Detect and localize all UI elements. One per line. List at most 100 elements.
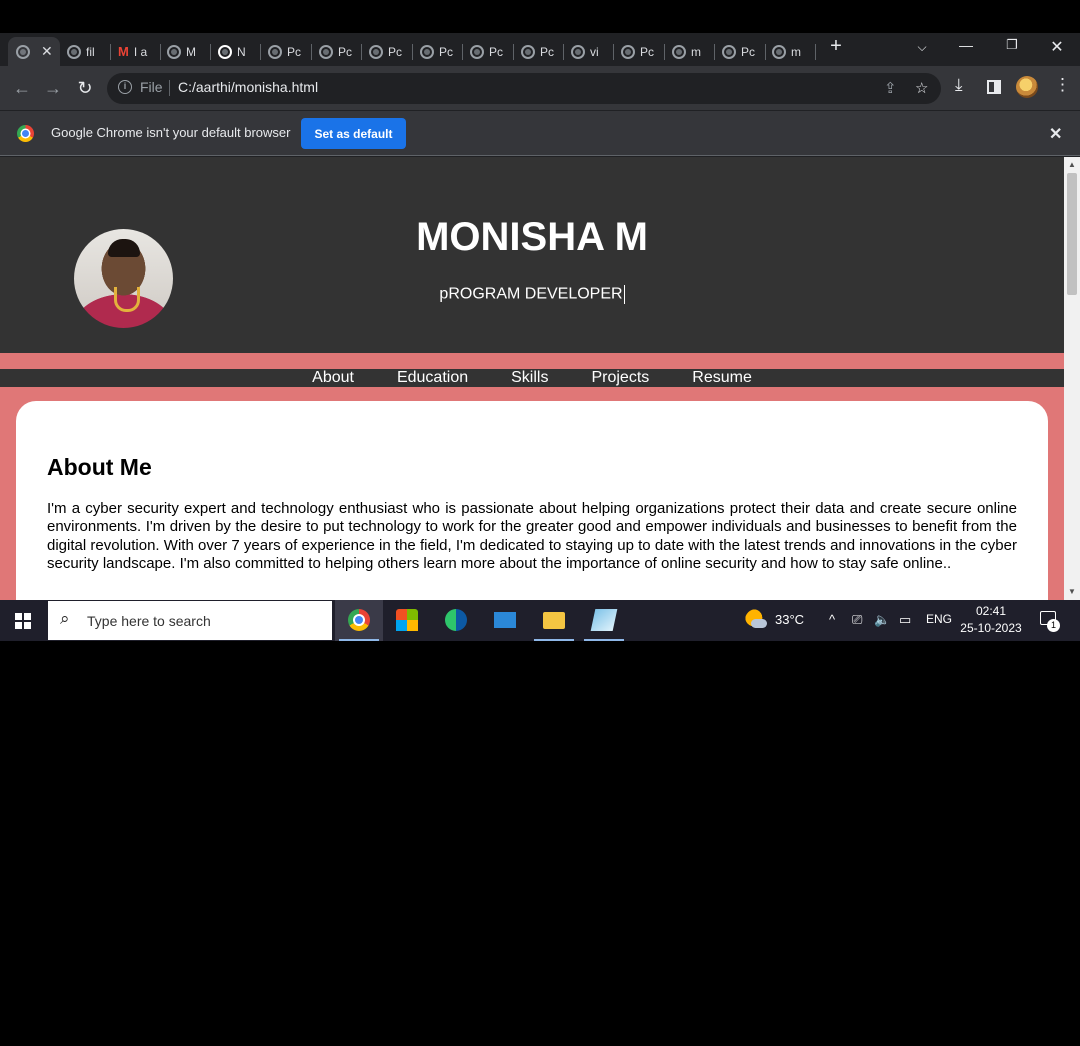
nav-about[interactable]: About — [312, 369, 354, 387]
tab[interactable]: Pc — [521, 37, 554, 66]
url-text[interactable]: C:/aarthi/monisha.html — [178, 79, 318, 95]
tab-divider — [160, 44, 161, 60]
infobar-message: Google Chrome isn't your default browser — [51, 125, 291, 140]
search-placeholder: Type here to search — [87, 613, 211, 629]
tab[interactable]: m — [772, 37, 801, 66]
screen: ✕ fil M I a M N Pc Pc Pc Pc Pc Pc vi Pc m… — [0, 33, 1080, 641]
tab-divider — [311, 44, 312, 60]
nav-resume[interactable]: Resume — [692, 369, 752, 387]
site-role: pROGRAM DEVELOPER — [0, 285, 1064, 304]
globe-icon — [672, 44, 686, 59]
set-as-default-button[interactable]: Set as default — [301, 118, 406, 149]
about-card: About Me I'm a cyber security expert and… — [16, 401, 1048, 600]
tab-label: m — [691, 44, 701, 59]
taskbar-mail[interactable] — [481, 600, 529, 641]
site-role-text: pROGRAM DEVELOPER — [439, 285, 623, 303]
globe-icon — [167, 44, 181, 59]
tab[interactable]: vi — [571, 37, 599, 66]
site-nav: About Education Skills Projects Resume — [0, 369, 1064, 387]
nav-projects[interactable]: Projects — [591, 369, 649, 387]
weather-temperature[interactable]: 33°C — [775, 612, 804, 627]
address-bar[interactable]: i File C:/aarthi/monisha.html ⇪ ☆ — [107, 73, 941, 104]
minimize-button[interactable]: — — [954, 37, 978, 53]
tab-close-icon[interactable]: ✕ — [41, 43, 53, 60]
tab-active[interactable]: ✕ — [8, 37, 60, 66]
chevron-up-icon[interactable]: ^ — [829, 612, 835, 627]
tab-divider — [110, 44, 111, 60]
tab-divider — [714, 44, 715, 60]
running-indicator — [534, 639, 574, 641]
tab-divider — [260, 44, 261, 60]
infobar-close-icon[interactable]: ✕ — [1049, 124, 1062, 144]
globe-icon — [369, 44, 383, 59]
system-clock[interactable]: 02:41 25-10-2023 — [958, 603, 1024, 637]
nav-skills[interactable]: Skills — [511, 369, 548, 387]
page-scrollbar[interactable]: ▲ ▼ — [1064, 157, 1080, 600]
reload-button[interactable]: ↻ — [73, 76, 97, 100]
restore-button[interactable]: ❐ — [1000, 37, 1024, 53]
clock-time: 02:41 — [975, 604, 1007, 618]
tab-label: M — [186, 44, 196, 59]
profile-avatar[interactable] — [1016, 76, 1038, 98]
taskbar-chrome[interactable] — [335, 600, 383, 641]
tab-label: Pc — [540, 44, 555, 59]
globe-icon — [470, 44, 484, 59]
site-header: MONISHA M pROGRAM DEVELOPER — [0, 157, 1064, 353]
tab-label: Pc — [489, 44, 504, 59]
tab[interactable]: M — [167, 37, 196, 66]
side-panel-icon[interactable] — [987, 80, 1001, 94]
scroll-down-icon[interactable]: ▼ — [1068, 587, 1076, 596]
menu-icon[interactable]: ⋮ — [1054, 75, 1071, 95]
tab[interactable]: Pc — [722, 37, 755, 66]
taskbar-search-box[interactable]: ⌕ Type here to search — [48, 601, 332, 640]
network-icon[interactable]: ▭ — [899, 612, 911, 628]
tab[interactable]: Pc — [319, 37, 352, 66]
tab[interactable]: fil — [67, 37, 95, 66]
default-browser-infobar: Google Chrome isn't your default browser… — [0, 110, 1080, 156]
tab[interactable]: m — [672, 37, 701, 66]
back-button[interactable]: ← — [10, 76, 34, 100]
globe-icon — [571, 44, 585, 59]
globe-icon — [420, 44, 434, 59]
gmail-icon: M — [118, 44, 129, 59]
tab-divider — [412, 44, 413, 60]
taskbar-store[interactable] — [383, 600, 431, 641]
tab-divider — [563, 44, 564, 60]
tab-label: Pc — [388, 44, 403, 59]
meet-now-icon[interactable]: ⎚ — [852, 612, 862, 628]
tab[interactable]: MI a — [118, 37, 147, 66]
taskbar-file-explorer[interactable] — [530, 600, 578, 641]
scheme-label: File — [140, 79, 163, 95]
share-icon[interactable]: ⇪ — [884, 79, 897, 97]
forward-button[interactable]: → — [41, 76, 65, 100]
tab-search-icon[interactable]: ⌵ — [910, 40, 934, 55]
globe-icon — [319, 44, 333, 59]
taskbar-notepad[interactable] — [580, 600, 628, 641]
omnibox-divider — [169, 80, 170, 96]
speaker-muted-icon[interactable]: 🔈 — [874, 612, 890, 628]
language-indicator[interactable]: ENG — [926, 612, 952, 626]
download-icon[interactable]: ⤓ — [955, 75, 963, 95]
tab[interactable]: Pc — [470, 37, 503, 66]
active-indicator — [339, 639, 379, 641]
close-window-button[interactable]: ✕ — [1045, 37, 1069, 57]
tab-label: m — [791, 44, 801, 59]
scroll-up-icon[interactable]: ▲ — [1068, 160, 1076, 169]
windows-start-icon[interactable] — [15, 613, 31, 629]
tab[interactable]: N — [218, 37, 246, 66]
site-name: MONISHA M — [416, 215, 648, 259]
about-heading: About Me — [47, 454, 152, 480]
tab-divider — [210, 44, 211, 60]
weather-icon[interactable] — [745, 609, 767, 631]
tab[interactable]: Pc — [369, 37, 402, 66]
nav-education[interactable]: Education — [397, 369, 468, 387]
tab[interactable]: Pc — [420, 37, 453, 66]
scroll-thumb[interactable] — [1067, 173, 1077, 295]
info-icon[interactable]: i — [118, 80, 132, 94]
tab[interactable]: Pc — [268, 37, 301, 66]
search-icon: ⌕ — [60, 609, 70, 628]
taskbar-edge[interactable] — [432, 600, 480, 641]
tab[interactable]: Pc — [621, 37, 654, 66]
bookmark-star-icon[interactable]: ☆ — [915, 79, 928, 97]
new-tab-button[interactable]: + — [824, 35, 848, 58]
